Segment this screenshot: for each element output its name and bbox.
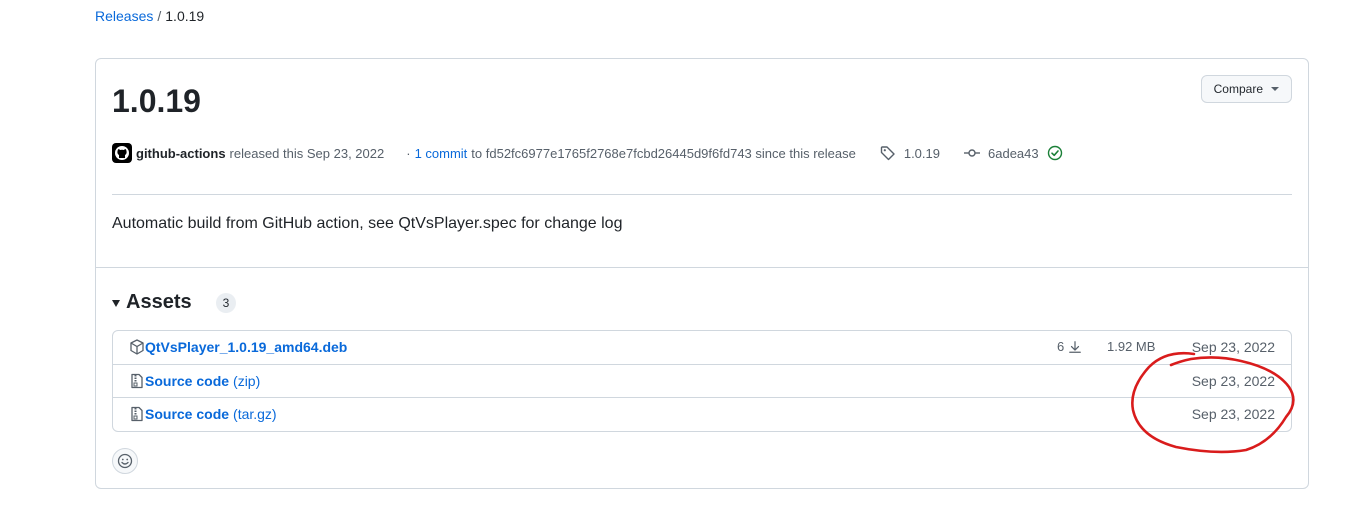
github-mark-icon — [115, 146, 129, 160]
released-text: released this Sep 23, 2022 — [229, 145, 385, 161]
release-description: Automatic build from GitHub action, see … — [112, 215, 623, 232]
git-commit-icon — [964, 149, 980, 157]
breadcrumb-separator: / — [157, 8, 162, 24]
breadcrumb-releases-link[interactable]: Releases — [95, 8, 153, 24]
release-card: 1.0.19 Compare github-actions released t… — [95, 58, 1309, 489]
commits-suffix: to fd52fc6977e1765f2768e7fcbd26445d9f6fd… — [471, 145, 856, 161]
asset-row: Source code (zip) Sep 23, 2022 — [113, 364, 1291, 397]
assets-count-badge: 3 — [215, 292, 237, 313]
commit-sha: 6adea43 — [988, 145, 1039, 161]
check-circle-icon[interactable] — [1047, 145, 1063, 161]
assets-list: QtVsPlayer_1.0.19_amd64.deb 6 1.92 MB Se… — [112, 330, 1292, 432]
compare-button[interactable]: Compare — [1200, 75, 1292, 103]
file-zip-icon — [131, 373, 143, 389]
meta-dot: · — [406, 145, 411, 161]
asset-link-deb[interactable]: QtVsPlayer_1.0.19_amd64.deb — [129, 339, 347, 355]
commit-link[interactable]: 6adea43 — [964, 145, 1063, 161]
download-count: 6 — [1057, 339, 1065, 354]
asset-suffix: (zip) — [233, 373, 261, 389]
breadcrumb-current: 1.0.19 — [165, 8, 205, 24]
download-icon — [1069, 340, 1082, 353]
triangle-down-icon — [112, 300, 120, 307]
divider — [96, 267, 1308, 268]
tag-label: 1.0.19 — [903, 145, 940, 161]
release-meta: github-actions released this Sep 23, 202… — [112, 143, 1292, 163]
breadcrumb: Releases/1.0.19 — [95, 8, 204, 24]
asset-link-zip[interactable]: Source code (zip) — [129, 373, 260, 389]
divider — [112, 194, 1292, 195]
asset-suffix: (tar.gz) — [233, 406, 277, 422]
assets-heading: Assets — [126, 291, 192, 313]
commits-link[interactable]: 1 commit — [415, 146, 468, 161]
smiley-icon — [117, 453, 133, 469]
avatar[interactable] — [112, 143, 132, 163]
asset-link-targz[interactable]: Source code (tar.gz) — [129, 406, 277, 422]
asset-row: Source code (tar.gz) Sep 23, 2022 — [113, 397, 1291, 430]
asset-name: Source code — [145, 373, 230, 389]
release-title: 1.0.19 — [112, 83, 201, 119]
asset-name: QtVsPlayer_1.0.19_amd64.deb — [145, 339, 348, 355]
red-circle-annotation — [1131, 352, 1295, 454]
file-zip-icon — [131, 406, 143, 422]
package-icon — [130, 339, 144, 355]
asset-download-count: 6 — [1057, 339, 1082, 354]
tag-link[interactable]: 1.0.19 — [880, 145, 940, 161]
chevron-down-icon — [1271, 87, 1279, 91]
tag-icon — [880, 146, 895, 161]
asset-row: QtVsPlayer_1.0.19_amd64.deb 6 1.92 MB Se… — [113, 331, 1291, 364]
compare-button-label: Compare — [1213, 82, 1263, 96]
author-link[interactable]: github-actions — [136, 146, 226, 161]
assets-toggle[interactable]: Assets 3 — [112, 291, 237, 314]
asset-name: Source code — [145, 406, 230, 422]
add-reaction-button[interactable] — [112, 448, 138, 474]
